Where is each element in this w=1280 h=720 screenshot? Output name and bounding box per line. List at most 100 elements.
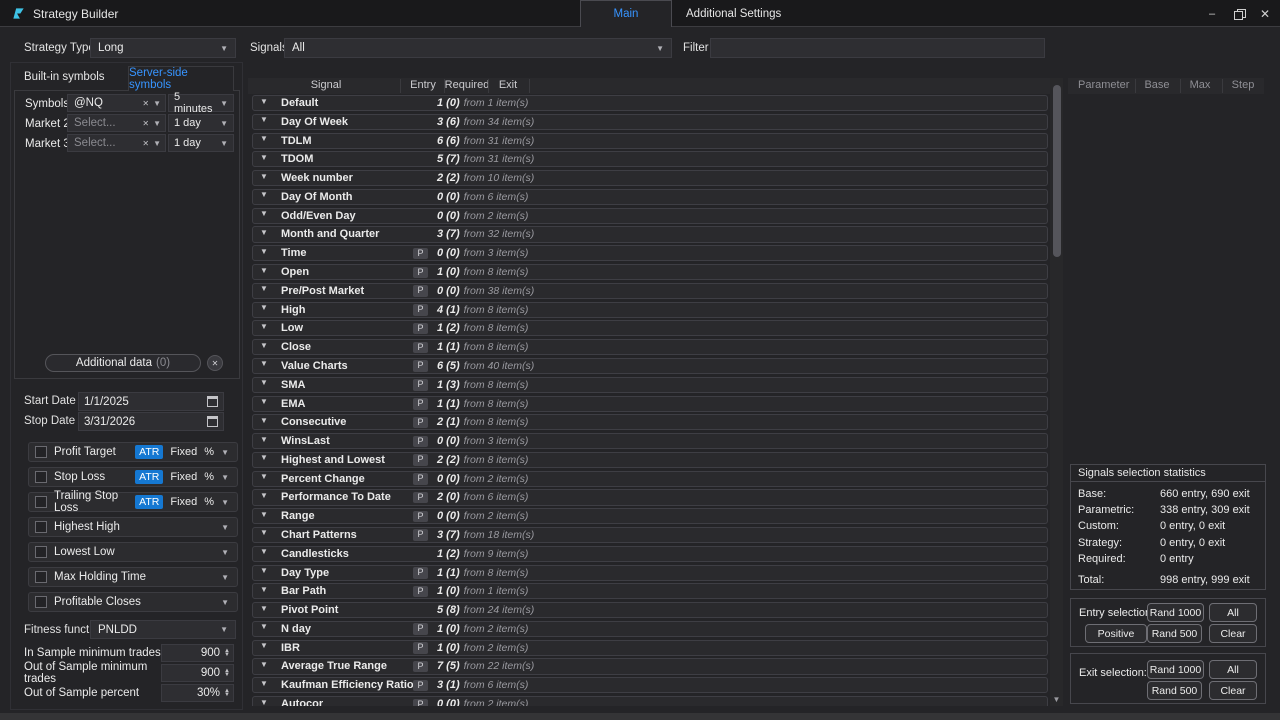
signal-row[interactable]: ▼ N day P 1 (0)from 2 item(s) [252, 621, 1048, 637]
mode-percent-button[interactable]: % [204, 496, 214, 508]
expand-arrow-icon[interactable]: ▼ [260, 115, 268, 124]
minimize-button[interactable]: – [1202, 4, 1222, 23]
stop-date-input[interactable]: 3/31/2026 [78, 412, 224, 431]
parametric-badge[interactable]: P [413, 267, 428, 279]
timeframe-select[interactable]: 1 day ▼ [168, 114, 234, 132]
parametric-badge[interactable]: P [413, 454, 428, 466]
expand-arrow-icon[interactable]: ▼ [260, 585, 268, 594]
exit-option-row[interactable]: Lowest Low ▼ [28, 542, 238, 562]
checkbox[interactable] [35, 571, 47, 583]
chevron-down-icon[interactable]: ▼ [221, 473, 229, 482]
signal-row[interactable]: ▼ TDOM P 5 (7)from 31 item(s) [252, 151, 1048, 167]
signal-row[interactable]: ▼ TDLM P 6 (6)from 31 item(s) [252, 133, 1048, 149]
filter-input[interactable] [710, 38, 1045, 58]
exit-rand500-button[interactable]: Rand 500 [1147, 681, 1202, 700]
signal-row[interactable]: ▼ Range P 0 (0)from 2 item(s) [252, 508, 1048, 524]
symbol-select[interactable]: Select... ✕ ▼ [67, 134, 166, 152]
checkbox[interactable] [35, 521, 47, 533]
exit-option-row[interactable]: Stop Loss ATR Fixed % ▼ [28, 467, 238, 487]
scrollbar-thumb[interactable] [1053, 85, 1061, 257]
timeframe-select[interactable]: 1 day ▼ [168, 134, 234, 152]
expand-arrow-icon[interactable]: ▼ [260, 453, 268, 462]
signal-row[interactable]: ▼ Open P 1 (0)from 8 item(s) [252, 264, 1048, 280]
parametric-badge[interactable]: P [413, 623, 428, 635]
mode-atr-button[interactable]: ATR [135, 495, 163, 509]
parametric-badge[interactable]: P [413, 342, 428, 354]
expand-arrow-icon[interactable]: ▼ [260, 378, 268, 387]
stepper-arrows[interactable]: ▲▼ [224, 669, 230, 678]
exit-clear-button[interactable]: Clear [1209, 681, 1257, 700]
expand-arrow-icon[interactable]: ▼ [260, 566, 268, 575]
parametric-badge[interactable]: P [413, 529, 428, 541]
arrow-down-icon[interactable]: ▼ [224, 693, 230, 698]
arrow-down-icon[interactable]: ▼ [224, 673, 230, 678]
mode-fixed-button[interactable]: Fixed [170, 471, 197, 483]
chevron-down-icon[interactable]: ▼ [221, 523, 229, 532]
expand-arrow-icon[interactable]: ▼ [260, 247, 268, 256]
signal-row[interactable]: ▼ Time P 0 (0)from 3 item(s) [252, 245, 1048, 261]
signal-row[interactable]: ▼ Pivot Point P 5 (8)from 24 item(s) [252, 602, 1048, 618]
exit-rand1000-button[interactable]: Rand 1000 [1147, 660, 1204, 679]
checkbox[interactable] [35, 471, 47, 483]
entry-positive-button[interactable]: Positive [1085, 624, 1147, 643]
stepper-arrows[interactable]: ▲▼ [224, 689, 230, 698]
parametric-badge[interactable]: P [413, 417, 428, 429]
expand-arrow-icon[interactable]: ▼ [260, 341, 268, 350]
expand-arrow-icon[interactable]: ▼ [260, 303, 268, 312]
parametric-badge[interactable]: P [413, 680, 428, 692]
parametric-badge[interactable]: P [413, 642, 428, 654]
expand-arrow-icon[interactable]: ▼ [260, 547, 268, 556]
strategy-type-select[interactable]: Long ▼ [90, 38, 236, 58]
parametric-badge[interactable]: P [413, 492, 428, 504]
expand-arrow-icon[interactable]: ▼ [260, 397, 268, 406]
mode-fixed-button[interactable]: Fixed [170, 496, 197, 508]
number-stepper[interactable]: 900 ▲▼ [161, 644, 234, 662]
mode-atr-button[interactable]: ATR [135, 470, 163, 484]
parametric-badge[interactable]: P [413, 586, 428, 598]
clear-icon[interactable]: ✕ [142, 99, 149, 108]
parametric-badge[interactable]: P [413, 473, 428, 485]
tab-serverside-symbols[interactable]: Server-side symbols [128, 66, 234, 91]
mode-percent-button[interactable]: % [204, 446, 214, 458]
expand-arrow-icon[interactable]: ▼ [260, 416, 268, 425]
arrow-down-icon[interactable]: ▼ [224, 653, 230, 658]
expand-arrow-icon[interactable]: ▼ [260, 660, 268, 669]
expand-arrow-icon[interactable]: ▼ [260, 97, 268, 106]
chevron-down-icon[interactable]: ▼ [221, 573, 229, 582]
symbol-select[interactable]: @NQ ✕ ▼ [67, 94, 166, 112]
signal-row[interactable]: ▼ Day Of Week P 3 (6)from 34 item(s) [252, 114, 1048, 130]
signal-row[interactable]: ▼ Close P 1 (1)from 8 item(s) [252, 339, 1048, 355]
expand-arrow-icon[interactable]: ▼ [260, 622, 268, 631]
exit-option-row[interactable]: Highest High ▼ [28, 517, 238, 537]
expand-arrow-icon[interactable]: ▼ [260, 322, 268, 331]
mode-percent-button[interactable]: % [204, 471, 214, 483]
chevron-down-icon[interactable]: ▼ [221, 598, 229, 607]
stepper-arrows[interactable]: ▲▼ [224, 649, 230, 658]
exit-option-row[interactable]: Profit Target ATR Fixed % ▼ [28, 442, 238, 462]
parametric-badge[interactable]: P [413, 511, 428, 523]
scrollbar-down-arrow[interactable]: ▼ [1050, 695, 1063, 704]
parametric-badge[interactable]: P [413, 567, 428, 579]
timeframe-select[interactable]: 5 minutes ▼ [168, 94, 234, 112]
close-button[interactable]: ✕ [1255, 4, 1275, 23]
checkbox[interactable] [35, 446, 47, 458]
expand-arrow-icon[interactable]: ▼ [260, 604, 268, 613]
signal-row[interactable]: ▼ Low P 1 (2)from 8 item(s) [252, 320, 1048, 336]
signal-row[interactable]: ▼ Value Charts P 6 (5)from 40 item(s) [252, 358, 1048, 374]
signals-select[interactable]: All ▼ [284, 38, 672, 58]
expand-arrow-icon[interactable]: ▼ [260, 172, 268, 181]
signal-row[interactable]: ▼ Percent Change P 0 (0)from 2 item(s) [252, 471, 1048, 487]
symbol-select[interactable]: Select... ✕ ▼ [67, 114, 166, 132]
signal-row[interactable]: ▼ IBR P 1 (0)from 2 item(s) [252, 640, 1048, 656]
entry-rand1000-button[interactable]: Rand 1000 [1147, 603, 1204, 622]
expand-arrow-icon[interactable]: ▼ [260, 641, 268, 650]
parametric-badge[interactable]: P [413, 323, 428, 335]
calendar-icon[interactable] [207, 396, 218, 407]
entry-rand500-button[interactable]: Rand 500 [1147, 624, 1202, 643]
expand-arrow-icon[interactable]: ▼ [260, 266, 268, 275]
parametric-badge[interactable]: P [413, 398, 428, 410]
signal-row[interactable]: ▼ Default P 1 (0)from 1 item(s) [252, 95, 1048, 111]
number-stepper[interactable]: 30% ▲▼ [161, 684, 234, 702]
parametric-badge[interactable]: P [413, 379, 428, 391]
expand-arrow-icon[interactable]: ▼ [260, 510, 268, 519]
